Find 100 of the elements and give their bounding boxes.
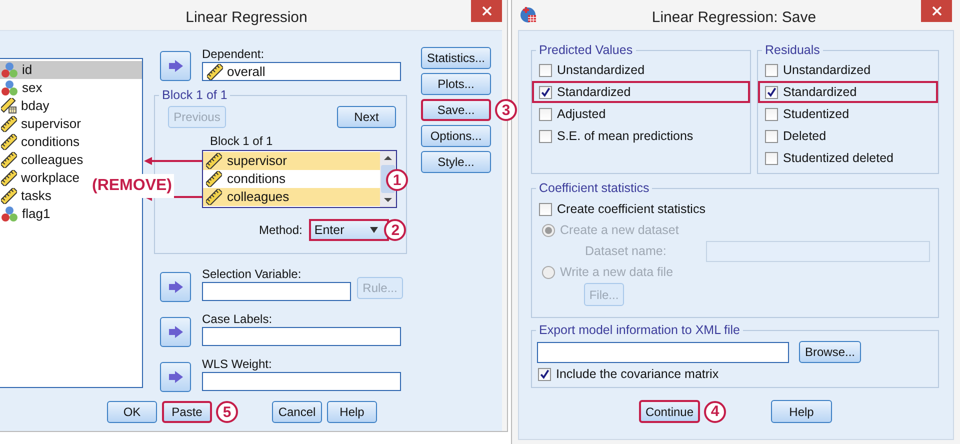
dialog-button[interactable]: Continue [639,400,700,423]
field-label: Case Labels: [202,312,274,327]
checkbox[interactable] [539,130,552,142]
move-arrow-button[interactable] [160,317,191,347]
input-field[interactable] [202,327,401,346]
checkbox[interactable] [765,86,778,98]
option-label: Create a new dataset [560,222,679,239]
window-title: Linear Regression [184,8,308,28]
move-arrow-button[interactable] [160,51,191,81]
group-title: Residuals [764,43,821,58]
close-icon [482,6,492,16]
dialog-button[interactable]: Save... [421,99,491,121]
checkbox[interactable] [539,86,552,98]
caret-icon [370,227,378,233]
field-label: Selection Variable: [202,267,302,282]
checkbox[interactable] [539,202,552,216]
checkbox[interactable] [765,108,778,120]
move-arrow-button[interactable] [160,272,191,302]
group-title: Export model information to XML file [538,323,742,338]
option-label: Unstandardized [557,62,645,79]
checkbox[interactable] [539,108,552,120]
variable-item[interactable]: supervisor [0,115,83,133]
input-field[interactable] [202,282,351,301]
variable-item[interactable]: colleagues [0,151,86,169]
dialog-button[interactable]: Plots... [421,73,491,95]
three-balls-icon [1,80,18,96]
right-arrow-icon [168,371,182,383]
three-balls-icon [1,62,18,78]
app-icon [520,6,537,23]
remove-note: (REMOVE) [90,174,174,198]
variable-item[interactable]: workplace [0,169,82,187]
close-icon [932,6,942,16]
right-arrow-icon [168,60,182,72]
ruler-icon [1,170,17,186]
step-number: 5 [216,401,238,423]
close-button[interactable] [471,0,502,22]
window-title: Linear Regression: Save [650,8,818,28]
right-arrow-icon [168,326,182,338]
group-title: Predicted Values [538,43,634,58]
option-label: Standardized [557,84,631,101]
dialog-button[interactable]: Cancel [272,401,322,423]
option-label: Create coefficient statistics [557,200,706,218]
method-dropdown[interactable]: Enter [309,219,390,241]
input-field[interactable] [537,342,789,362]
variable-item[interactable]: bday [0,97,52,115]
variable-item[interactable]: flag1 [0,205,52,223]
dialog-button[interactable]: Browse... [799,341,861,363]
option-label: Write a new data file [560,264,674,281]
variable-item[interactable]: supervisor [203,152,380,170]
option-label: Deleted [783,128,826,145]
field-label: Dataset name: [585,242,668,260]
variable-item[interactable]: colleagues [203,188,380,206]
input-field[interactable]: overall [202,62,401,81]
ruler-icon [1,134,17,150]
arrow [144,157,202,165]
ruler-icon [1,116,17,132]
ruler-icon [207,64,223,80]
variable-item[interactable]: tasks [0,187,54,205]
checkbox[interactable] [765,152,778,164]
field-label: Method: [259,222,302,239]
ruler-calendar-icon [1,98,17,114]
dialog-button[interactable]: Statistics... [421,47,491,69]
three-balls-icon [1,206,18,222]
ruler-icon [206,189,222,205]
checkbox[interactable] [538,368,551,380]
right-arrow-icon [168,281,182,293]
list-label: Block 1 of 1 [210,134,274,149]
input-field[interactable] [202,372,401,391]
close-button[interactable] [921,0,952,22]
dialog-button[interactable]: Help [327,401,377,423]
step-number: 2 [384,219,406,241]
variable-item[interactable]: conditions [203,170,380,188]
dialog-button[interactable]: Style... [421,151,491,173]
option-label: Studentized [783,106,850,123]
option-label: Studentized deleted [783,150,894,167]
ruler-icon [206,171,222,187]
dialog-button[interactable]: Paste [162,401,212,423]
variable-item[interactable]: sex [0,79,44,97]
dialog-button[interactable]: Help [771,400,832,423]
option-label: Standardized [783,84,857,101]
step-number: 4 [704,400,726,422]
option-label: S.E. of mean predictions [557,128,694,145]
dialog-button[interactable]: OK [107,401,157,423]
checkbox[interactable] [765,130,778,142]
variable-item[interactable]: conditions [0,133,82,151]
dialog-button[interactable]: Next [337,106,396,128]
ruler-icon [1,152,17,168]
dialog-button[interactable]: Options... [421,125,491,147]
checkbox[interactable] [539,64,552,76]
field-label: Dependent: [202,47,266,62]
option-label: Adjusted [557,106,606,123]
group-title: Block 1 of 1 [161,88,228,103]
move-arrow-button[interactable] [160,362,191,392]
variable-item[interactable]: id [0,61,142,79]
step-number: 3 [495,99,517,121]
group-title: Coefficient statistics [538,181,650,196]
ruler-icon [206,153,222,169]
checkbox[interactable] [765,64,778,76]
field-label: WLS Weight: [202,357,273,372]
option-label: Include the covariance matrix [556,366,719,383]
